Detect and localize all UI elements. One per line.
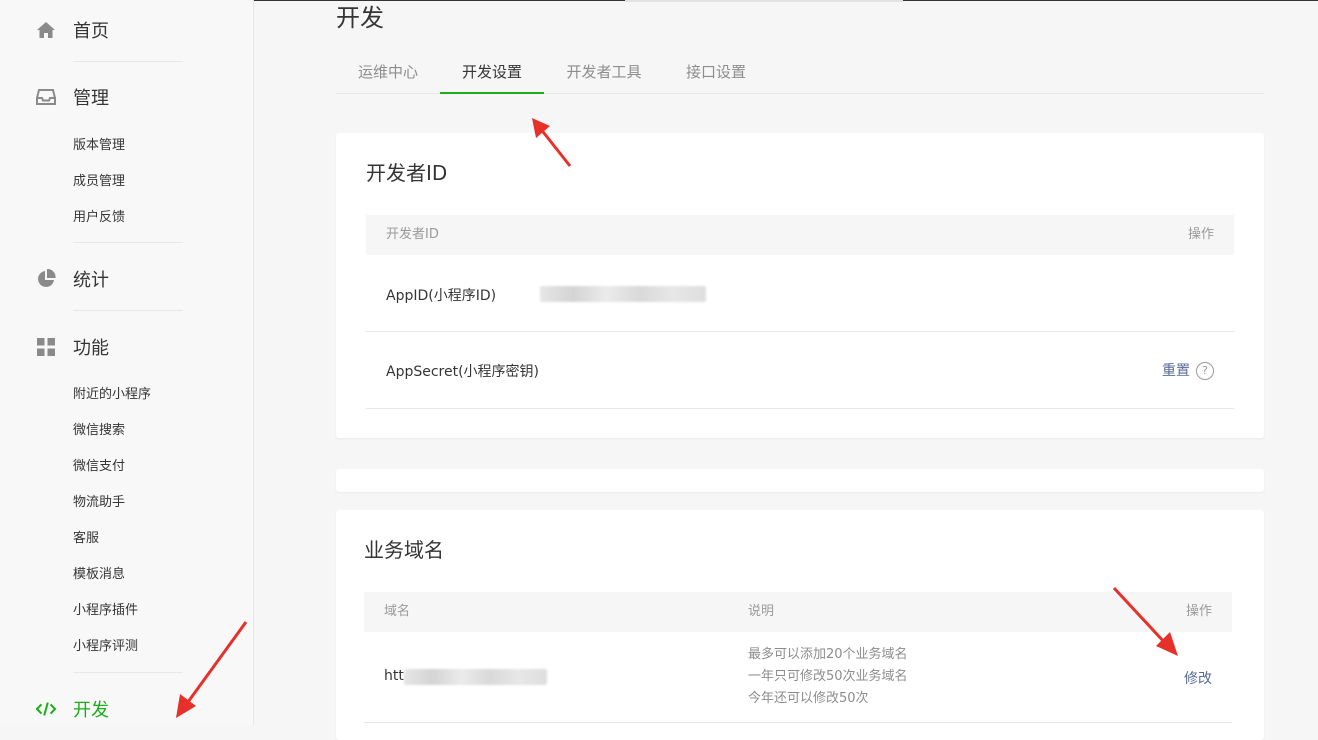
appid-label: AppID(小程序ID) [386, 288, 497, 304]
appid-value-redacted [540, 286, 706, 302]
modify-link[interactable]: 修改 [1184, 668, 1212, 688]
sidebar-item-wechat-pay[interactable]: 微信支付 [73, 457, 125, 477]
tab-dev-settings[interactable]: 开发设置 [440, 52, 544, 94]
sidebar-item-home[interactable]: 首页 [0, 12, 253, 48]
sidebar-item-label: 管理 [73, 88, 109, 109]
tab-ops-center[interactable]: 运维中心 [336, 52, 440, 92]
column-header-action: 操作 [1187, 227, 1214, 242]
home-icon [36, 20, 56, 40]
divider [73, 672, 183, 673]
sidebar: 首页 管理 版本管理 成员管理 用户反馈 统计 功能 附近的小程序 微信搜索 微… [0, 0, 254, 725]
sidebar-item-wechat-search[interactable]: 微信搜索 [73, 421, 125, 441]
sidebar-item-feedback[interactable]: 用户反馈 [73, 208, 125, 228]
table-header: 开发者ID 操作 [366, 215, 1234, 255]
sidebar-item-plugins[interactable]: 小程序插件 [73, 601, 138, 621]
table-row-appid: AppID(小程序ID) [366, 255, 1234, 332]
sidebar-item-develop[interactable]: 开发 [0, 691, 253, 727]
column-header-action: 操作 [1185, 604, 1212, 619]
domain-value: htt [384, 668, 404, 684]
page-title: 开发 [336, 4, 384, 32]
sidebar-item-members[interactable]: 成员管理 [73, 172, 125, 192]
appsecret-label: AppSecret(小程序密钥) [386, 364, 540, 380]
help-icon[interactable]: ? [1196, 362, 1214, 380]
sidebar-item-stats[interactable]: 统计 [0, 261, 253, 297]
card-title: 开发者ID [366, 161, 448, 185]
sidebar-item-label: 功能 [73, 338, 109, 359]
domain-value-redacted [404, 669, 547, 685]
sidebar-item-label: 开发 [73, 700, 109, 721]
sidebar-item-label: 首页 [73, 21, 109, 42]
column-header-id: 开发者ID [386, 227, 439, 242]
desc-line: 最多可以添加20个业务域名 [748, 647, 908, 662]
divider [73, 61, 183, 62]
sidebar-item-features[interactable]: 功能 [0, 329, 253, 365]
reset-action: 重置? [1162, 360, 1214, 380]
desc-line: 今年还可以修改50次 [748, 691, 869, 706]
sidebar-item-manage[interactable]: 管理 [0, 79, 253, 115]
divider [73, 310, 183, 311]
table-header: 域名 说明 操作 [364, 592, 1232, 632]
desc-line: 一年只可修改50次业务域名 [748, 669, 908, 684]
sidebar-item-template-messages[interactable]: 模板消息 [73, 565, 125, 585]
grid-icon [36, 337, 56, 357]
inbox-icon [36, 87, 56, 107]
pie-chart-icon [36, 269, 56, 289]
tab-api-settings[interactable]: 接口设置 [664, 52, 768, 92]
business-domain-card: 业务域名 域名 说明 操作 htt 最多可以添加20个业务域名 一年只可修改50… [336, 510, 1264, 740]
column-header-domain: 域名 [384, 604, 411, 619]
collapsed-card [336, 469, 1264, 492]
sidebar-item-evaluation[interactable]: 小程序评测 [73, 637, 138, 657]
developer-id-card: 开发者ID 开发者ID 操作 AppID(小程序ID) AppSecret(小程… [336, 133, 1264, 438]
tab-dev-tools[interactable]: 开发者工具 [548, 52, 660, 92]
code-icon [36, 699, 56, 719]
tab-bar: 运维中心 开发设置 开发者工具 接口设置 [336, 52, 1264, 94]
column-header-desc: 说明 [748, 604, 775, 619]
sidebar-item-label: 统计 [73, 270, 109, 291]
top-dropdown-edge [625, 0, 903, 2]
table-row-domain: htt 最多可以添加20个业务域名 一年只可修改50次业务域名 今年还可以修改5… [364, 632, 1232, 723]
card-title: 业务域名 [364, 538, 444, 562]
sidebar-item-version[interactable]: 版本管理 [73, 136, 125, 156]
divider [73, 242, 183, 243]
sidebar-item-customer-service[interactable]: 客服 [73, 529, 99, 549]
table-row-appsecret: AppSecret(小程序密钥) 重置? [366, 332, 1234, 409]
reset-link[interactable]: 重置 [1162, 363, 1190, 379]
sidebar-item-logistics[interactable]: 物流助手 [73, 493, 125, 513]
sidebar-item-nearby[interactable]: 附近的小程序 [73, 385, 151, 405]
domain-description: 最多可以添加20个业务域名 一年只可修改50次业务域名 今年还可以修改50次 [748, 644, 908, 710]
